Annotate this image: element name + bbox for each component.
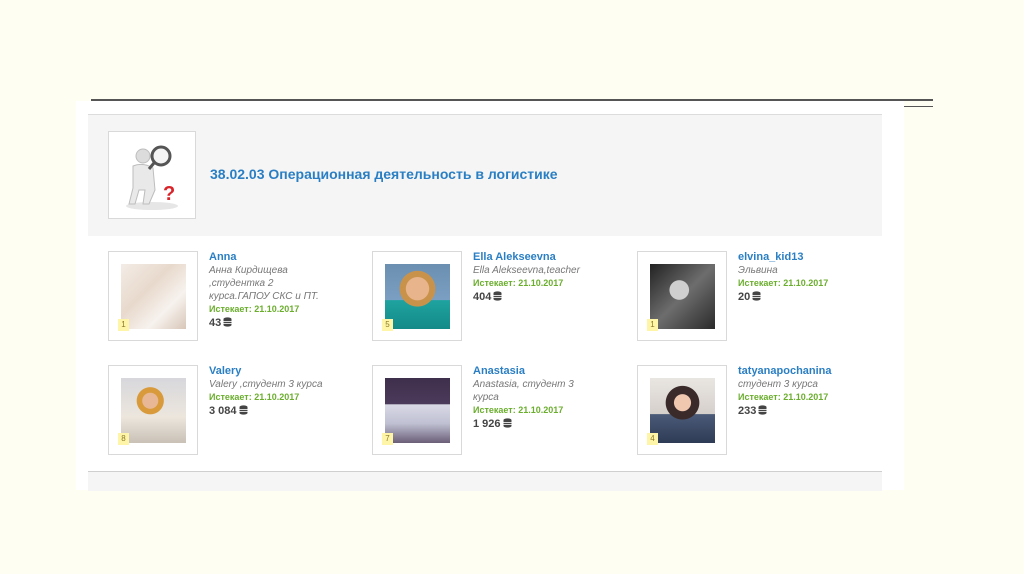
user-avatar	[385, 378, 450, 443]
course-header: ? 38.02.03 Операционная деятельность в л…	[88, 114, 882, 236]
user-name-link[interactable]: Valery	[209, 365, 329, 378]
user-info: Anna Анна Кирдищева ,студентка 2 курса.Г…	[209, 251, 329, 331]
user-avatar	[121, 378, 186, 443]
course-title[interactable]: 38.02.03 Операционная деятельность в лог…	[210, 166, 558, 182]
user-card: 4 tatyanapochanina студент 3 курса Истек…	[637, 365, 857, 457]
coin-stack-icon	[223, 317, 232, 327]
user-info: tatyanapochanina студент 3 курса Истекае…	[738, 365, 858, 419]
user-photo-frame[interactable]: 5	[372, 251, 462, 341]
user-info: Valery Valery ,студент 3 курса Истекает:…	[209, 365, 329, 419]
user-description: студент 3 курса	[738, 379, 818, 390]
points-value: 3 084	[209, 404, 329, 419]
user-avatar	[385, 264, 450, 329]
user-card: 5 Ella Alekseevna Ella Alekseevna,teache…	[372, 251, 592, 343]
points-value: 1 926	[473, 417, 593, 432]
expiry-date: Истекает: 21.10.2017	[473, 405, 564, 415]
points-text: 20	[738, 291, 751, 303]
course-thumbnail[interactable]: ?	[108, 131, 196, 219]
course-panel: ? 38.02.03 Операционная деятельность в л…	[76, 101, 904, 491]
decorative-lines	[904, 100, 933, 112]
user-photo-frame[interactable]: 4	[637, 365, 727, 455]
user-description: Анна Кирдищева ,студентка 2 курса.ГАПОУ …	[209, 265, 319, 302]
rank-badge: 4	[647, 433, 658, 445]
user-name-link[interactable]: Ella Alekseevna	[473, 251, 593, 264]
user-photo-frame[interactable]: 8	[108, 365, 198, 455]
bottom-strip	[88, 471, 882, 491]
search-person-question-icon: ?	[126, 145, 178, 210]
points-value: 233	[738, 404, 858, 419]
user-description: Anastasia, студент 3 курса	[473, 379, 574, 403]
user-avatar	[121, 264, 186, 329]
points-text: 233	[738, 405, 757, 417]
user-info: elvina_kid13 Эльвина Истекает: 21.10.201…	[738, 251, 858, 305]
user-name-link[interactable]: Anastasia	[473, 365, 593, 378]
user-card: 1 elvina_kid13 Эльвина Истекает: 21.10.2…	[637, 251, 857, 343]
user-name-link[interactable]: elvina_kid13	[738, 251, 858, 264]
expiry-date: Истекает: 21.10.2017	[738, 392, 829, 402]
points-value: 404	[473, 290, 593, 305]
coin-stack-icon	[752, 291, 761, 301]
coin-stack-icon	[239, 405, 248, 415]
user-card: 7 Anastasia Anastasia, студент 3 курса И…	[372, 365, 592, 457]
coin-stack-icon	[503, 418, 512, 428]
rank-badge: 5	[382, 319, 393, 331]
rank-badge: 1	[118, 319, 129, 331]
user-description: Valery ,студент 3 курса	[209, 379, 323, 390]
user-description: Эльвина	[738, 265, 778, 276]
user-photo-frame[interactable]: 1	[108, 251, 198, 341]
expiry-date: Истекает: 21.10.2017	[738, 278, 829, 288]
points-text: 43	[209, 317, 222, 329]
user-card: 8 Valery Valery ,студент 3 курса Истекае…	[108, 365, 328, 457]
user-photo-frame[interactable]: 1	[637, 251, 727, 341]
points-text: 404	[473, 291, 492, 303]
user-name-link[interactable]: Anna	[209, 251, 329, 264]
user-name-link[interactable]: tatyanapochanina	[738, 365, 858, 378]
user-info: Ella Alekseevna Ella Alekseevna,teacher …	[473, 251, 593, 305]
rank-badge: 7	[382, 433, 393, 445]
user-photo-frame[interactable]: 7	[372, 365, 462, 455]
rank-badge: 1	[647, 319, 658, 331]
user-avatar	[650, 264, 715, 329]
points-text: 1 926	[473, 418, 501, 430]
expiry-date: Истекает: 21.10.2017	[209, 304, 300, 314]
points-text: 3 084	[209, 405, 237, 417]
user-card: 1 Anna Анна Кирдищева ,студентка 2 курса…	[108, 251, 328, 343]
svg-text:?: ?	[163, 183, 175, 205]
coin-stack-icon	[758, 405, 767, 415]
expiry-date: Истекает: 21.10.2017	[473, 278, 564, 288]
expiry-date: Истекает: 21.10.2017	[209, 392, 300, 402]
user-info: Anastasia Anastasia, студент 3 курса Ист…	[473, 365, 593, 432]
user-description: Ella Alekseevna,teacher	[473, 265, 580, 276]
points-value: 43	[209, 316, 329, 331]
user-avatar	[650, 378, 715, 443]
coin-stack-icon	[493, 291, 502, 301]
rank-badge: 8	[118, 433, 129, 445]
points-value: 20	[738, 290, 858, 305]
